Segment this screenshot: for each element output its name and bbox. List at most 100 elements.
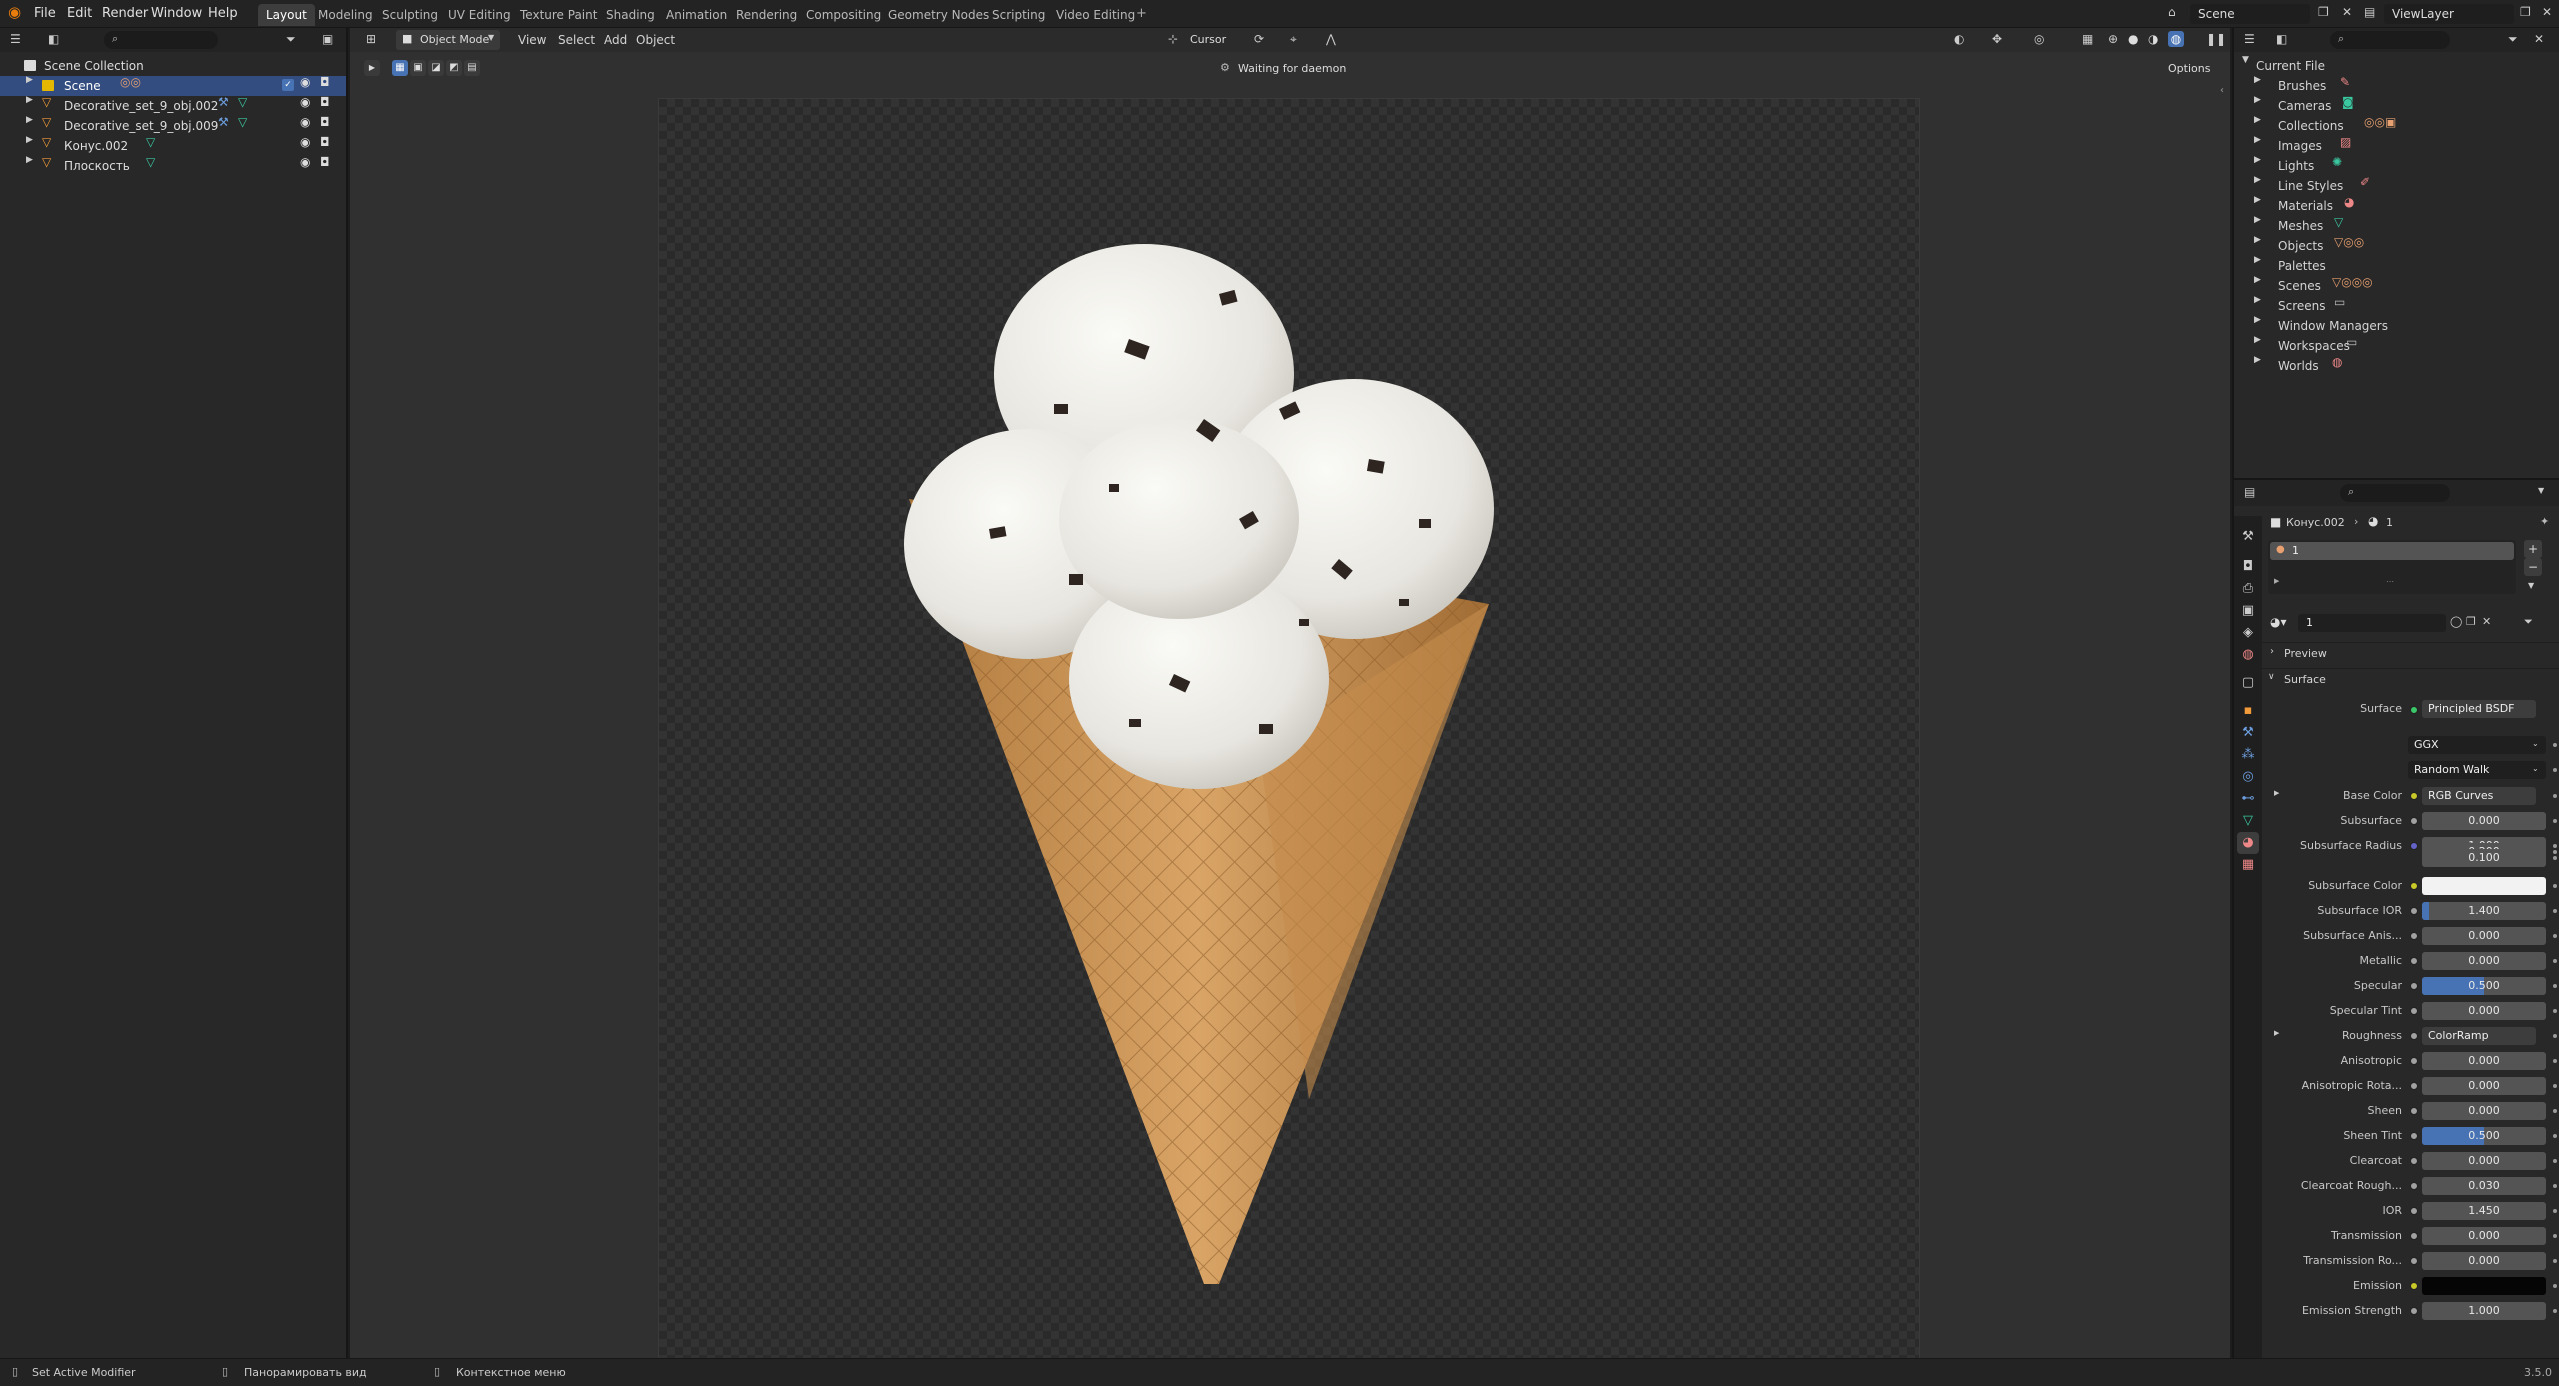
collection-tab-icon[interactable]: ▢ <box>2237 672 2259 694</box>
list-resize-handle-icon[interactable]: ⋯ <box>2386 578 2394 586</box>
tree-row-cameras[interactable]: ▶ Cameras ◙ <box>2234 96 2559 116</box>
menu-edit[interactable]: Edit <box>67 6 92 21</box>
input-socket-icon[interactable] <box>2410 1107 2418 1115</box>
expand-arrow-icon[interactable]: ▶ <box>2254 176 2261 185</box>
slider-field[interactable]: 0.500 <box>2422 977 2546 995</box>
scene-field[interactable]: Scene <box>2190 4 2310 24</box>
render-tab-icon[interactable]: ◘ <box>2237 556 2259 578</box>
browse-material-icon[interactable]: ◕▾ <box>2270 616 2287 628</box>
expand-arrow-icon[interactable]: ▶ <box>2254 256 2261 265</box>
new-scene-icon[interactable]: ❐ <box>2318 6 2329 18</box>
tree-row-objects[interactable]: ▶ Objects ▽◎◎ <box>2234 236 2559 256</box>
tab-video-editing[interactable]: Video Editing <box>1048 4 1143 26</box>
modifier-tab-icon[interactable]: ⚒ <box>2237 722 2259 744</box>
tree-row-object[interactable]: ▶ ▽ Плоскость ▽ ◉ ◘ <box>0 156 346 176</box>
output-tab-icon[interactable]: ⎙ <box>2237 578 2259 600</box>
tree-row-object[interactable]: ▶ ▽ Decorative_set_9_obj.009 ⚒ ▽ ◉ ◘ <box>0 116 346 136</box>
view-layer-field[interactable]: ViewLayer <box>2384 4 2514 24</box>
3d-viewport[interactable]: ⊞ ■ Object Mode ▼ View Select Add Object… <box>350 28 2230 1360</box>
tree-row-scenes[interactable]: ▶ Scenes ▽◎◎◎ <box>2234 276 2559 296</box>
expand-arrow-icon[interactable]: ▶ <box>2254 276 2261 285</box>
tree-row-workspaces[interactable]: ▶ Workspaces ▭ <box>2234 336 2559 356</box>
expand-arrow-icon[interactable]: ▶ <box>26 156 33 165</box>
expand-arrow-icon[interactable]: ▶ <box>26 76 33 85</box>
tab-texture-paint[interactable]: Texture Paint <box>512 4 605 26</box>
editor-type-icon[interactable]: ☰ <box>2244 33 2255 45</box>
keyframe-dot-icon[interactable] <box>2553 1234 2557 1238</box>
view-layer-tab-icon[interactable]: ▣ <box>2237 600 2259 622</box>
expand-arrow-icon[interactable]: ▶ <box>2254 196 2261 205</box>
select-invert-icon[interactable]: ◩ <box>446 60 462 76</box>
slot-menu-chevron-icon[interactable]: ▼ <box>2528 582 2534 590</box>
number-field[interactable]: 0.000 <box>2422 1227 2546 1245</box>
keyframe-dot-icon[interactable] <box>2553 1209 2557 1213</box>
keyframe-dot-icon[interactable] <box>2553 794 2557 798</box>
shading-rendered-icon[interactable]: ◍ <box>2168 31 2184 47</box>
keyframe-dot-icon[interactable] <box>2553 1259 2557 1263</box>
view-layer-icon[interactable]: ▤ <box>2364 6 2375 18</box>
editor-type-icon[interactable]: ☰ <box>10 33 21 45</box>
add-workspace-icon[interactable]: + <box>1136 7 1147 20</box>
expand-arrow-icon[interactable]: ▶ <box>26 96 33 105</box>
snap-icon[interactable]: ⌖ <box>1290 33 1297 45</box>
keyframe-dot-icon[interactable] <box>2553 1134 2557 1138</box>
distribution-dropdown[interactable]: GGX ⌄ <box>2408 736 2546 754</box>
properties-search-input[interactable]: ⌕ <box>2340 484 2450 502</box>
tab-animation[interactable]: Animation <box>658 4 735 26</box>
number-field[interactable]: 0.000 <box>2422 1152 2546 1170</box>
keyframe-dot-icon[interactable] <box>2553 884 2557 888</box>
tree-row-worlds[interactable]: ▶ Worlds ◍ <box>2234 356 2559 376</box>
input-socket-icon[interactable] <box>2410 1082 2418 1090</box>
expand-arrow-icon[interactable]: ▶ <box>2254 136 2261 145</box>
linked-node-field[interactable]: RGB Curves <box>2422 787 2536 805</box>
number-field[interactable]: 0.000 <box>2422 1252 2546 1270</box>
pin-icon[interactable]: ✦ <box>2540 516 2549 527</box>
outliner-search-input[interactable]: ⌕ <box>2330 31 2450 49</box>
input-socket-icon[interactable] <box>2410 1232 2418 1240</box>
keyframe-dot-icon[interactable] <box>2553 1159 2557 1163</box>
keyframe-dot-icon[interactable] <box>2553 1059 2557 1063</box>
blender-logo-icon[interactable]: ◉ <box>8 5 21 20</box>
overlays-icon[interactable]: ◎ <box>2034 33 2044 45</box>
remove-slot-icon[interactable]: − <box>2524 558 2542 576</box>
mesh-data-tab-icon[interactable]: ▽ <box>2237 810 2259 832</box>
preview-panel-header[interactable]: › Preview <box>2262 642 2559 664</box>
expand-arrow-icon[interactable]: ▶ <box>2254 356 2261 365</box>
tree-row-window-managers[interactable]: ▶ Window Managers <box>2234 316 2559 336</box>
delete-scene-icon[interactable]: ✕ <box>2342 6 2352 18</box>
tree-row-current-file[interactable]: ▼ Current File <box>2234 56 2559 76</box>
slider-field[interactable]: 0.500 <box>2422 1127 2546 1145</box>
input-socket-icon[interactable] <box>2410 1032 2418 1040</box>
gizmo-icon[interactable]: ✥ <box>1992 33 2002 45</box>
tree-row-scene-collection[interactable]: Scene Collection <box>0 56 346 76</box>
keyframe-dot-icon[interactable] <box>2553 959 2557 963</box>
delete-view-layer-icon[interactable]: ✕ <box>2542 6 2552 18</box>
outliner-search-input[interactable]: ⌕ <box>104 31 218 49</box>
input-socket-icon[interactable] <box>2410 1257 2418 1265</box>
subsurface-method-dropdown[interactable]: Random Walk ⌄ <box>2408 761 2546 779</box>
add-slot-icon[interactable]: + <box>2524 540 2542 558</box>
chevron-down-icon[interactable]: ▼ <box>2538 487 2544 495</box>
proportional-edit-icon[interactable]: ⟳ <box>1254 33 1264 45</box>
number-field[interactable]: 0.000 <box>2422 952 2546 970</box>
visibility-eye-icon[interactable]: ◉ <box>300 156 310 168</box>
material-name-field[interactable]: 1 <box>2298 614 2446 632</box>
input-socket-icon[interactable] <box>2410 1057 2418 1065</box>
tree-row-brushes[interactable]: ▶ Brushes ✎ <box>2234 76 2559 96</box>
number-field[interactable]: 0.030 <box>2422 1177 2546 1195</box>
particles-tab-icon[interactable]: ⁂ <box>2237 744 2259 766</box>
keyframe-dot-icon[interactable] <box>2553 1034 2557 1038</box>
tab-uv-editing[interactable]: UV Editing <box>440 4 519 26</box>
shading-wireframe-icon[interactable]: ⊕ <box>2108 33 2118 45</box>
display-mode-icon[interactable]: ◧ <box>48 33 59 45</box>
expand-arrow-icon[interactable]: ▶ <box>2254 336 2261 345</box>
expand-arrow-icon[interactable]: ▶ <box>2254 296 2261 305</box>
color-swatch[interactable] <box>2422 877 2546 895</box>
toolbar-toggle-icon[interactable]: ▶ <box>364 60 380 76</box>
surface-shader-field[interactable]: Principled BSDF <box>2422 700 2536 718</box>
keyframe-dot-icon[interactable] <box>2553 1109 2557 1113</box>
filter-icon[interactable]: ⏷ <box>286 33 296 45</box>
fake-user-icon[interactable]: ◯ <box>2450 616 2462 627</box>
input-socket-icon[interactable] <box>2410 1207 2418 1215</box>
keyframe-dot-icon[interactable] <box>2553 984 2557 988</box>
